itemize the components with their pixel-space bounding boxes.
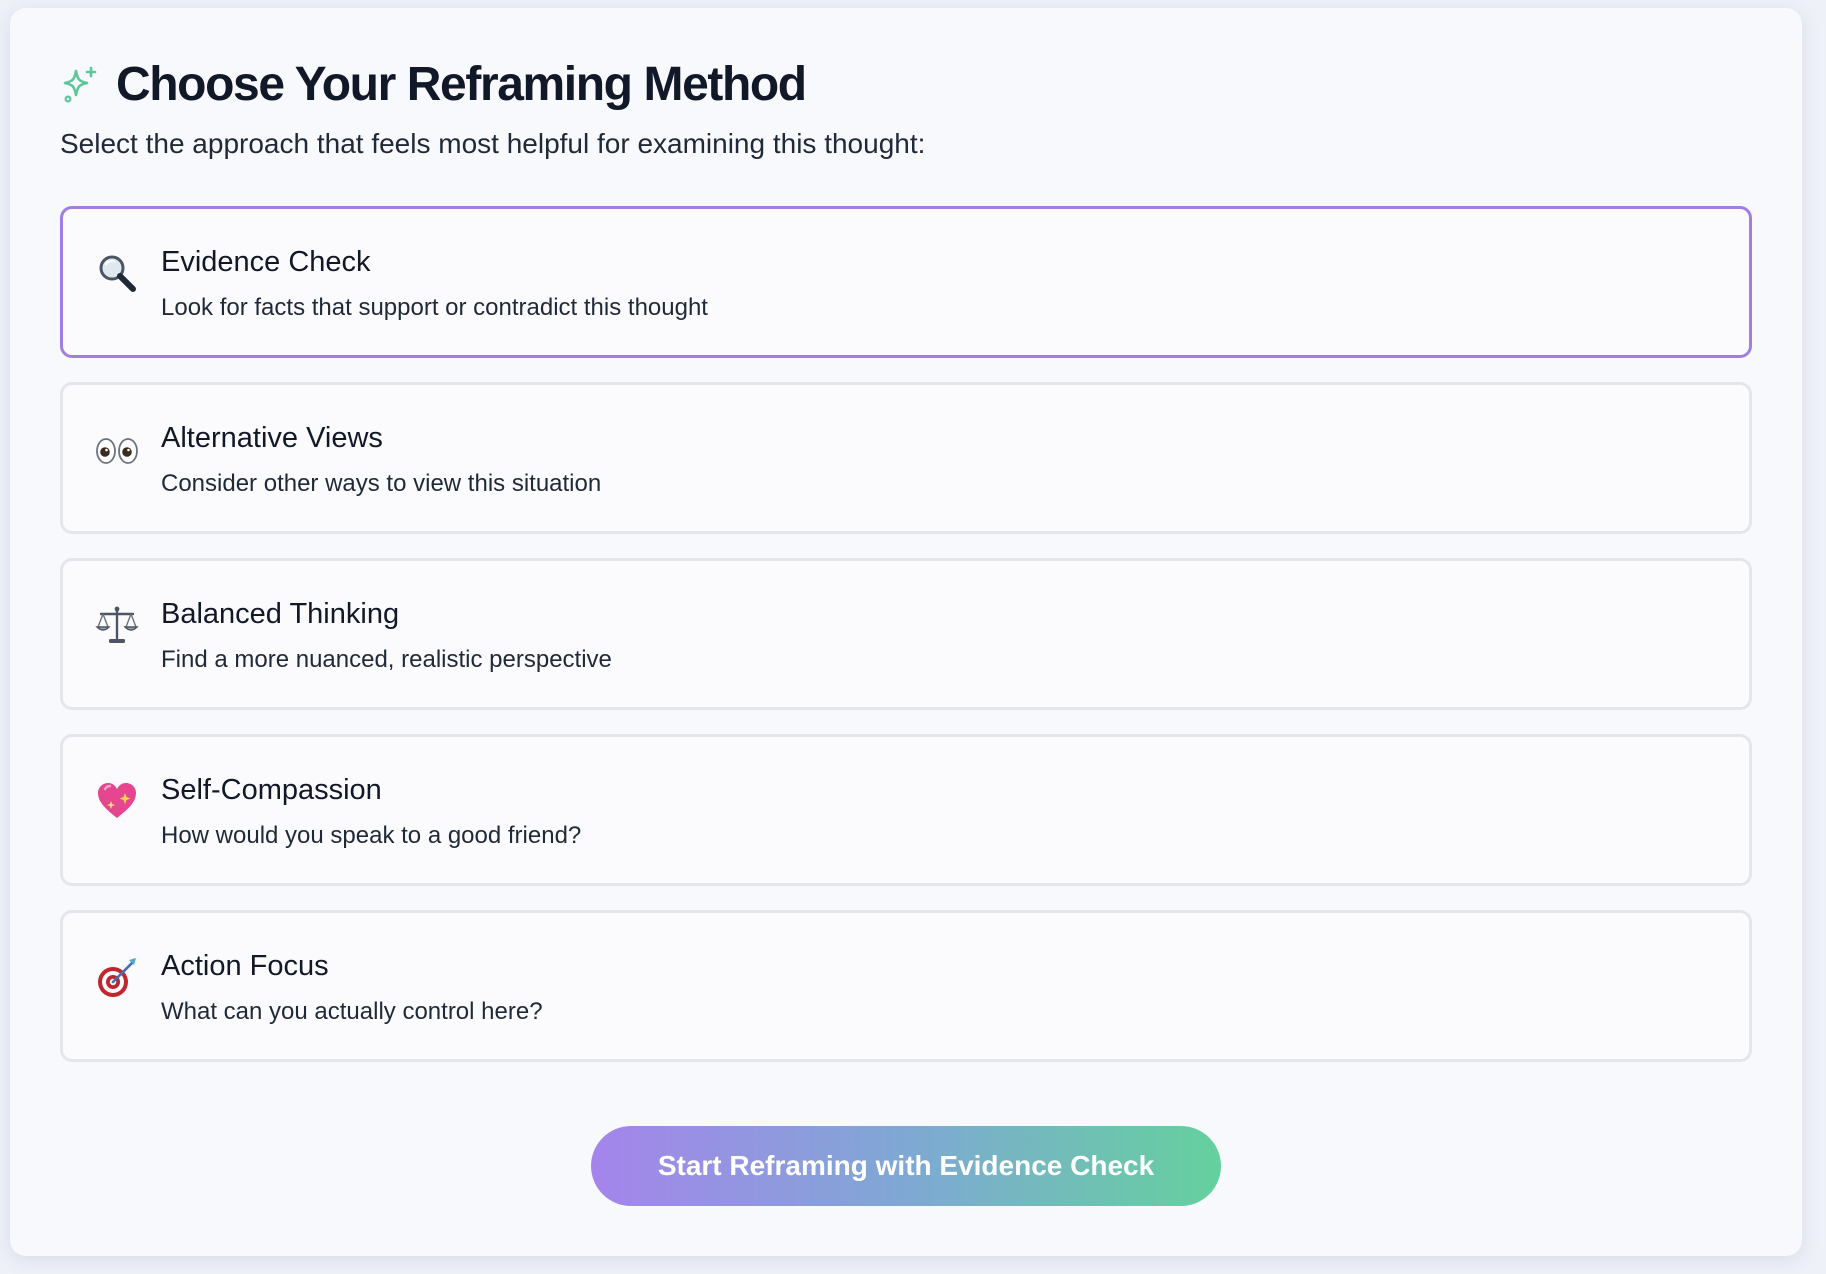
- option-title: Evidence Check: [161, 246, 371, 278]
- start-reframing-button[interactable]: Start Reframing with Evidence Check: [591, 1126, 1221, 1206]
- eyes-icon: [96, 438, 138, 464]
- option-description: How would you speak to a good friend?: [161, 821, 582, 849]
- target-icon: [98, 958, 136, 997]
- magnifying-glass-icon: [99, 255, 136, 292]
- method-options-list: Evidence Check Look for facts that suppo…: [60, 206, 1752, 1086]
- option-evidence-check[interactable]: Evidence Check Look for facts that suppo…: [60, 206, 1752, 358]
- balance-scale-icon: [95, 606, 139, 643]
- header: Choose Your Reframing Method: [60, 56, 807, 114]
- option-title: Action Focus: [161, 950, 329, 982]
- option-balanced-thinking[interactable]: Balanced Thinking Find a more nuanced, r…: [60, 558, 1752, 710]
- option-action-focus[interactable]: Action Focus What can you actually contr…: [60, 910, 1752, 1062]
- option-description: Consider other ways to view this situati…: [161, 469, 602, 497]
- sparkle-icon: [63, 66, 97, 103]
- option-description: Look for facts that support or contradic…: [161, 293, 708, 321]
- option-title: Self-Compassion: [161, 774, 382, 806]
- sparkling-heart-icon: [98, 783, 136, 818]
- page-title: Choose Your Reframing Method: [116, 58, 807, 111]
- option-description: What can you actually control here?: [161, 997, 543, 1025]
- option-title: Balanced Thinking: [161, 598, 400, 630]
- reframing-method-card: Choose Your Reframing Method Select the …: [10, 8, 1802, 1256]
- option-alternative-views[interactable]: Alternative Views Consider other ways to…: [60, 382, 1752, 534]
- option-self-compassion[interactable]: Self-Compassion How would you speak to a…: [60, 734, 1752, 886]
- option-title: Alternative Views: [161, 422, 383, 454]
- page-subtitle: Select the approach that feels most help…: [60, 128, 926, 159]
- option-description: Find a more nuanced, realistic perspecti…: [161, 645, 612, 673]
